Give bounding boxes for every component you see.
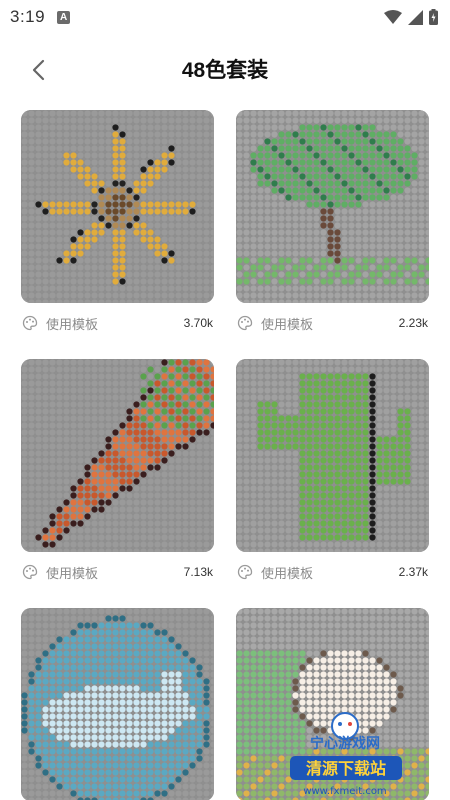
status-icons <box>384 9 438 25</box>
notification-icon: A <box>57 10 71 24</box>
template-card[interactable]: 使用模板 3.70k <box>21 110 214 343</box>
usage-count: 2.37k <box>398 565 428 579</box>
tree-thumbnail[interactable] <box>236 110 429 303</box>
watermark-line-2: 清源下载站 <box>306 759 386 778</box>
usage-count: 3.70k <box>183 316 213 330</box>
palette-icon <box>22 564 38 580</box>
use-template-button[interactable]: 使用模板 <box>46 314 98 333</box>
status-bar: 3:19 A <box>0 0 450 34</box>
sunflower-thumbnail[interactable] <box>21 110 214 303</box>
whale-thumbnail[interactable] <box>21 608 214 800</box>
card-footer: 使用模板 3.70k <box>21 303 214 343</box>
page-title: 48色套装 <box>181 59 269 82</box>
chevron-left-icon <box>32 59 45 81</box>
template-card[interactable]: 使用模板 2.23k <box>236 110 429 343</box>
usage-count: 7.13k <box>183 565 213 579</box>
card-footer: 使用模板 2.37k <box>236 552 429 592</box>
cactus-thumbnail[interactable] <box>236 359 429 552</box>
watermark-line-1: 宁心游戏网 <box>310 735 380 752</box>
usage-count: 2.23k <box>398 316 428 330</box>
watermark-url: www.fxmeit.com <box>303 786 386 797</box>
use-template-button[interactable]: 使用模板 <box>46 563 98 582</box>
watermark-logo: 宁心游戏网 清源下载站 www.fxmeit.com <box>290 712 402 797</box>
card-footer: 使用模板 2.23k <box>236 303 429 343</box>
wifi-icon <box>384 10 402 24</box>
template-card[interactable]: 使用模板 7.13k <box>21 359 214 592</box>
use-template-button[interactable]: 使用模板 <box>261 563 313 582</box>
use-template-button[interactable]: 使用模板 <box>261 314 313 333</box>
palette-icon <box>22 315 38 331</box>
back-button[interactable] <box>20 52 56 88</box>
battery-icon <box>429 9 438 25</box>
palette-icon <box>237 315 253 331</box>
template-card[interactable]: 使用模板 2.37k <box>236 359 429 592</box>
template-grid: 使用模板 3.70k 使用模板 2.23k 使用模板 7.13k 使用模板 2.… <box>21 110 429 800</box>
template-card[interactable] <box>21 608 214 800</box>
palette-icon <box>237 564 253 580</box>
card-footer: 使用模板 7.13k <box>21 552 214 592</box>
status-time: 3:19 <box>10 7 46 26</box>
header: 48色套装 <box>0 40 450 98</box>
carrot-thumbnail[interactable] <box>21 359 214 552</box>
signal-icon <box>408 9 423 25</box>
